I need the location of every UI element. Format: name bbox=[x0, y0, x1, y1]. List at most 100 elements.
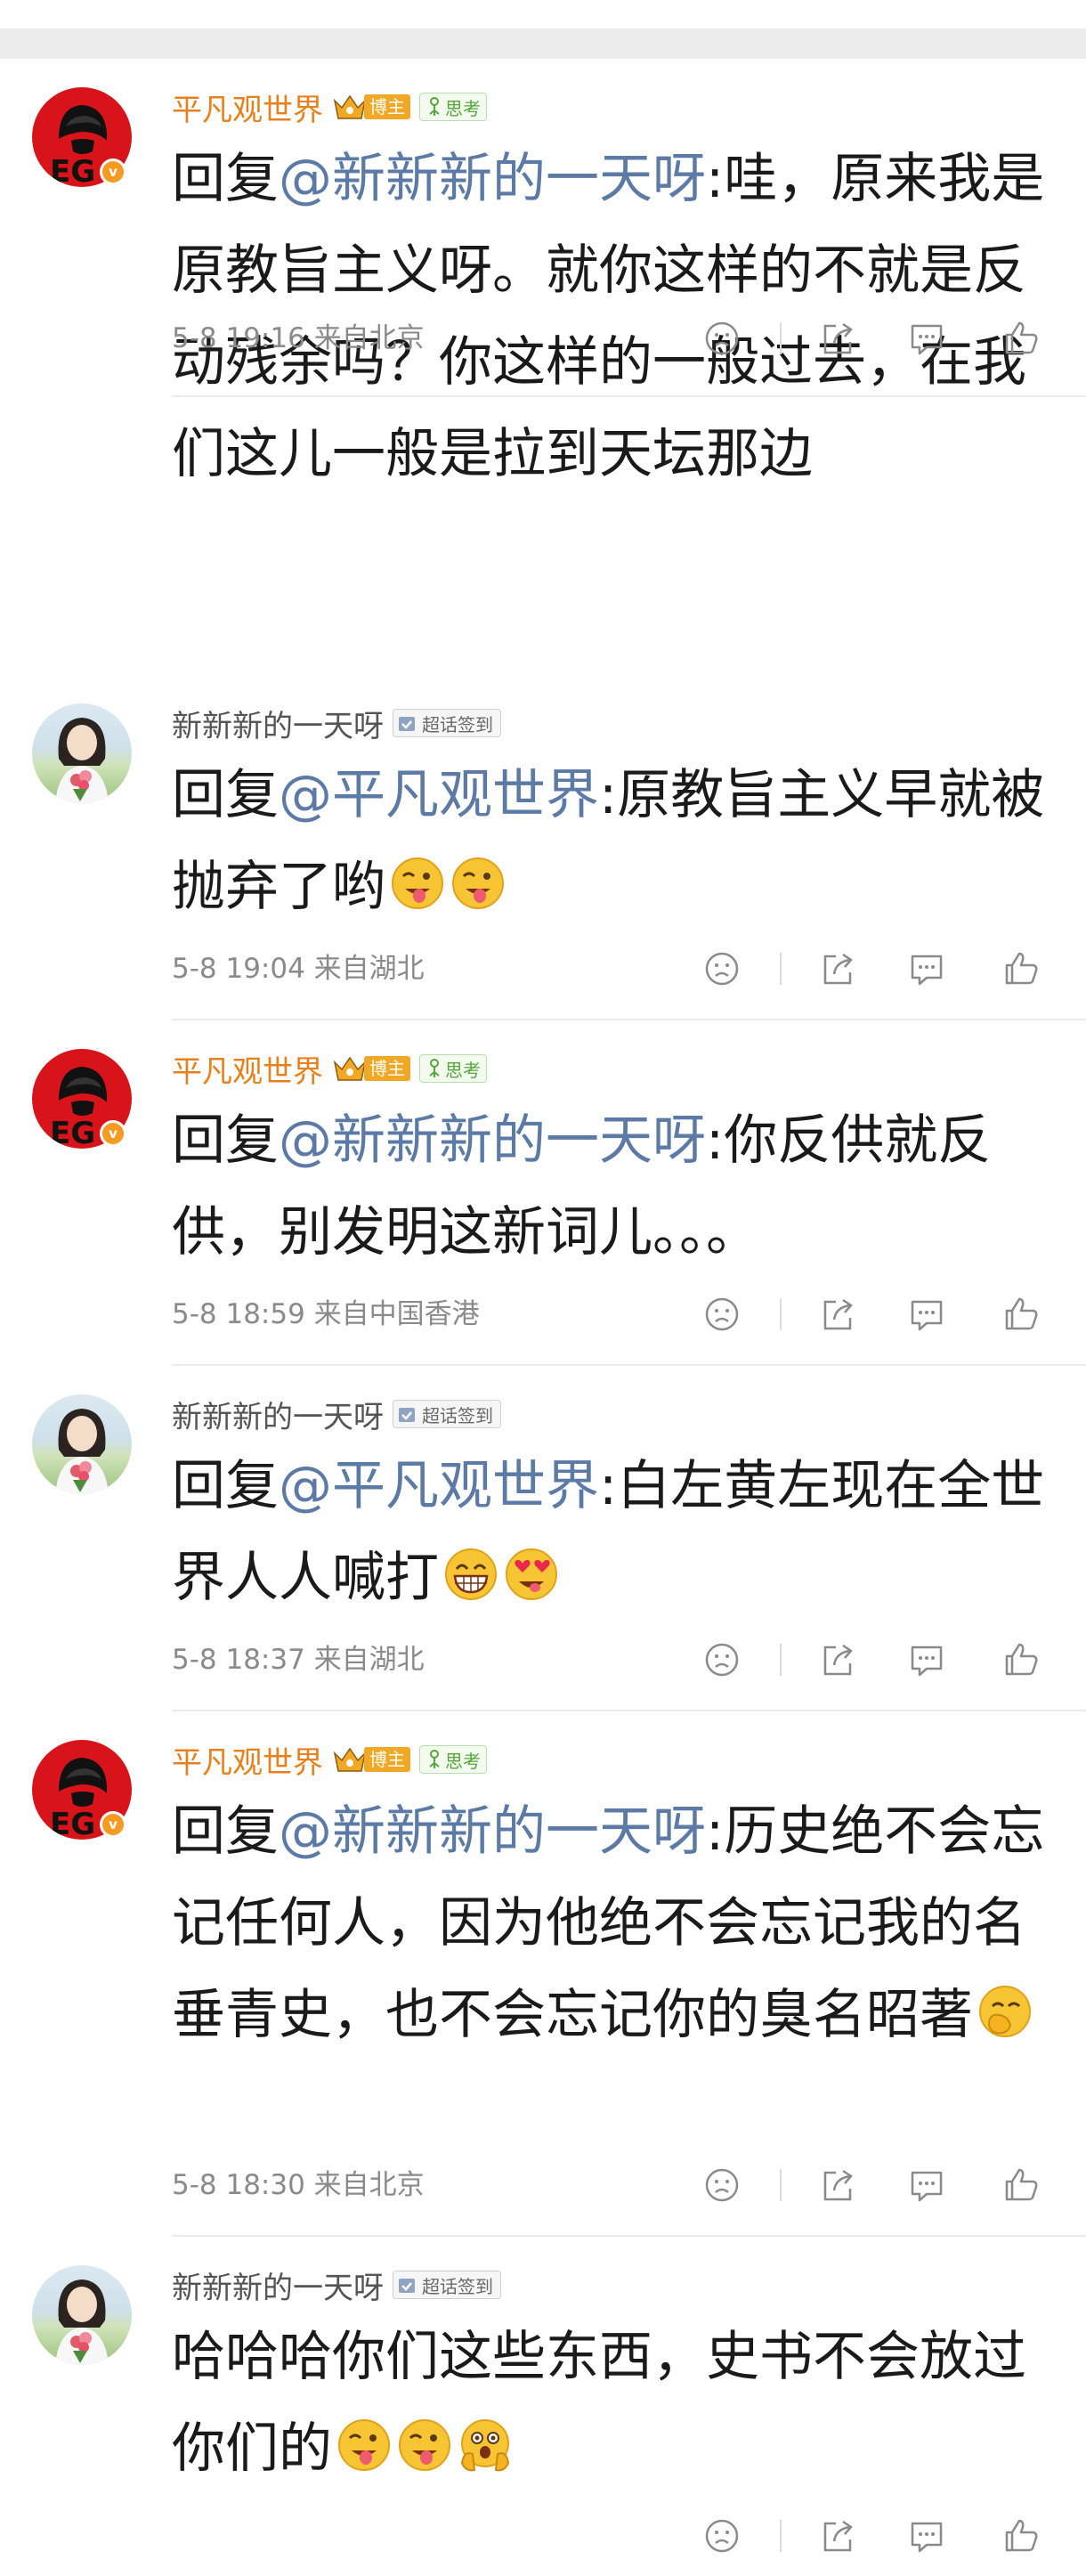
blogger-badge-label: 博主 bbox=[364, 1747, 410, 1772]
comment-divider bbox=[172, 1364, 1086, 1366]
username[interactable]: 新新新的一天呀 bbox=[172, 2263, 384, 2307]
comment-divider bbox=[172, 395, 1086, 397]
blogger-badge: 博主 bbox=[332, 92, 410, 122]
think-badge-label: 思考 bbox=[445, 1059, 481, 1081]
portrait-icon bbox=[55, 1409, 109, 1494]
comment-content: 哈哈哈你们这些东西，史书不会放过你们的 bbox=[172, 2326, 1026, 2480]
comment-divider bbox=[172, 2235, 1086, 2237]
thumbs-up-icon[interactable] bbox=[1001, 1295, 1041, 1334]
calendar-check-icon bbox=[399, 1408, 415, 1422]
reply-prefix: 回复 bbox=[172, 148, 279, 210]
frown-face-icon[interactable] bbox=[702, 1295, 742, 1334]
comment-footer: 5-8 18:59 来自中国香港 bbox=[172, 1295, 1062, 1334]
tongue-wink-emoji bbox=[338, 2419, 390, 2471]
repost-icon[interactable] bbox=[818, 949, 857, 988]
think-badge[interactable]: 思考 bbox=[419, 93, 487, 121]
crown-icon bbox=[333, 94, 367, 119]
comment-bubble-icon[interactable] bbox=[907, 1295, 946, 1334]
comment-bubble-icon[interactable] bbox=[907, 2166, 946, 2205]
calendar-check-icon bbox=[399, 717, 415, 731]
comment-meta: 5-8 18:30 来自北京 bbox=[172, 2169, 425, 2201]
repost-icon[interactable] bbox=[818, 1640, 857, 1679]
think-badge[interactable]: 思考 bbox=[419, 1745, 487, 1774]
repost-icon[interactable] bbox=[818, 2166, 857, 2205]
username[interactable]: 平凡观世界 bbox=[172, 85, 323, 129]
username[interactable]: 平凡观世界 bbox=[172, 1047, 323, 1091]
comment-text: 回复@平凡观世界:白左黄左现在全世界人人喊打 bbox=[172, 1441, 1062, 1624]
thumbs-up-icon[interactable] bbox=[1001, 2166, 1041, 2205]
comment-text: 回复@平凡观世界:原教旨主义早就被抛弃了哟 bbox=[172, 750, 1062, 933]
blogger-badge: 博主 bbox=[332, 1744, 410, 1775]
grin-teeth-emoji bbox=[445, 1548, 497, 1600]
username[interactable]: 平凡观世界 bbox=[172, 1738, 323, 1782]
portrait-icon bbox=[55, 718, 109, 803]
shocked-hands-emoji bbox=[460, 2419, 510, 2472]
crown-icon bbox=[333, 1747, 367, 1772]
username[interactable]: 新新新的一天呀 bbox=[172, 702, 384, 745]
comment-bubble-icon[interactable] bbox=[907, 949, 946, 988]
comment-actions bbox=[702, 1640, 1062, 1679]
comment-meta: 5-8 18:59 来自中国香港 bbox=[172, 1298, 480, 1330]
portrait-icon bbox=[55, 2279, 109, 2365]
comment-meta: 5-8 19:04 来自湖北 bbox=[172, 953, 425, 985]
tongue-wink-emoji bbox=[452, 857, 504, 909]
thumbs-up-icon[interactable] bbox=[1001, 2516, 1041, 2556]
comment-footer: 5-8 18:30 来自北京 bbox=[172, 2166, 1062, 2205]
comment-divider bbox=[172, 1019, 1086, 1020]
verified-badge-icon: v bbox=[100, 1811, 126, 1838]
topic-checkin-badge[interactable]: 超话签到 bbox=[393, 1400, 501, 1428]
comment-text: 回复@新新新的一天呀:历史绝不会忘记任何人，因为他绝不会忘记我的名垂青史，也不会… bbox=[172, 1786, 1062, 2061]
comment-actions bbox=[702, 2516, 1062, 2556]
comment-actions bbox=[702, 319, 1062, 358]
think-badge[interactable]: 思考 bbox=[419, 1054, 487, 1083]
mention-link[interactable]: @新新新的一天呀 bbox=[279, 1800, 706, 1863]
blogger-badge-label: 博主 bbox=[364, 1056, 410, 1081]
comment-actions bbox=[702, 1295, 1062, 1334]
comment-bubble-icon[interactable] bbox=[907, 1640, 946, 1679]
mention-link[interactable]: @新新新的一天呀 bbox=[279, 1109, 706, 1172]
thumbs-up-icon[interactable] bbox=[1001, 1640, 1041, 1679]
mention-link[interactable]: @平凡观世界 bbox=[279, 764, 599, 826]
crown-icon bbox=[333, 1056, 367, 1081]
avatar[interactable] bbox=[32, 703, 132, 803]
action-separator bbox=[780, 953, 782, 985]
comment-actions bbox=[702, 2166, 1062, 2205]
comment-text: 回复@新新新的一天呀:哇，原来我是原教旨主义呀。就你这样的不就是反动残余吗？你这… bbox=[172, 134, 1062, 500]
frown-face-icon[interactable] bbox=[702, 1640, 742, 1679]
comment-meta: 5-8 19:16 来自北京 bbox=[172, 322, 425, 354]
comment-divider bbox=[172, 1710, 1086, 1711]
comment-footer: 5-8 19:04 来自湖北 bbox=[172, 949, 1062, 988]
thumbs-up-icon[interactable] bbox=[1001, 319, 1041, 358]
action-separator bbox=[780, 2520, 782, 2552]
thumbs-up-icon[interactable] bbox=[1001, 949, 1041, 988]
heart-eyes-emoji bbox=[506, 1548, 557, 1600]
repost-icon[interactable] bbox=[818, 2516, 857, 2556]
reply-prefix: 回复 bbox=[172, 1455, 279, 1517]
verified-badge-icon: v bbox=[100, 158, 126, 185]
frown-face-icon[interactable] bbox=[702, 319, 742, 358]
hand-over-mouth-emoji bbox=[979, 1986, 1031, 2037]
comment-footer: 5-8 18:37 来自湖北 bbox=[172, 1640, 1062, 1679]
tongue-wink-emoji bbox=[392, 857, 443, 909]
topic-checkin-badge[interactable]: 超话签到 bbox=[393, 2271, 501, 2299]
avatar[interactable] bbox=[32, 2265, 132, 2365]
comment-bubble-icon[interactable] bbox=[907, 319, 946, 358]
topic-checkin-badge[interactable]: 超话签到 bbox=[393, 709, 501, 737]
repost-icon[interactable] bbox=[818, 319, 857, 358]
repost-icon[interactable] bbox=[818, 1295, 857, 1334]
frown-face-icon[interactable] bbox=[702, 2166, 742, 2205]
action-separator bbox=[780, 1644, 782, 1676]
avatar[interactable] bbox=[32, 1394, 132, 1494]
calendar-check-icon bbox=[399, 2279, 415, 2293]
mention-link[interactable]: @平凡观世界 bbox=[279, 1455, 599, 1517]
action-separator bbox=[780, 2169, 782, 2201]
topic-checkin-label: 超话签到 bbox=[422, 1404, 493, 1426]
username[interactable]: 新新新的一天呀 bbox=[172, 1393, 384, 1436]
mention-link[interactable]: @新新新的一天呀 bbox=[279, 148, 706, 210]
svg-text:EG: EG bbox=[50, 154, 95, 187]
action-separator bbox=[780, 1298, 782, 1330]
frown-face-icon[interactable] bbox=[702, 2516, 742, 2556]
comment-bubble-icon[interactable] bbox=[907, 2516, 946, 2556]
frown-face-icon[interactable] bbox=[702, 949, 742, 988]
action-separator bbox=[780, 322, 782, 354]
